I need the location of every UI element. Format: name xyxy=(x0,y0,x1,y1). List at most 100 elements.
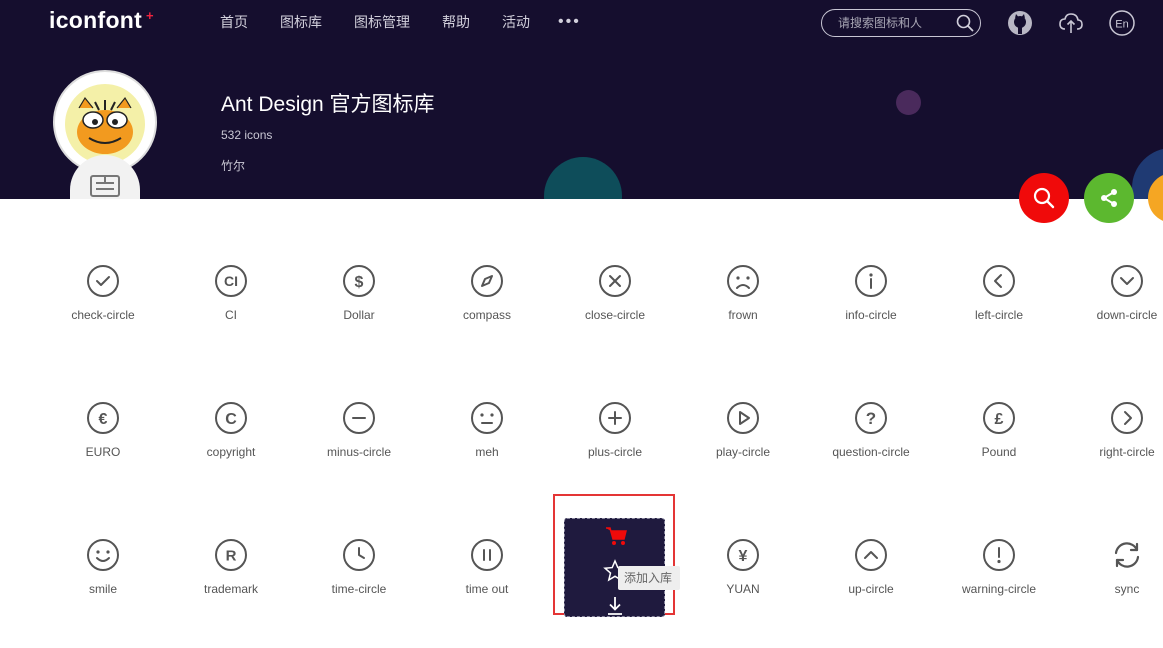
library-title: Ant Design 官方图标库 xyxy=(221,93,435,116)
icon-cell-time-circle[interactable]: time-circle xyxy=(295,538,423,648)
icon-label: CI xyxy=(225,308,237,322)
icon-label: time-circle xyxy=(331,582,387,596)
search-fab-button[interactable] xyxy=(1019,173,1069,223)
icon-label: up-circle xyxy=(848,582,894,596)
sync-icon xyxy=(1114,542,1140,568)
main-nav: 首页 图标库 图标管理 帮助 活动 ••• xyxy=(220,12,581,32)
download-icon[interactable] xyxy=(605,595,625,617)
svg-text:¥: ¥ xyxy=(739,548,748,565)
search-input[interactable] xyxy=(838,16,956,30)
euro-icon: € xyxy=(87,402,119,434)
library-icon-count: 532 icons xyxy=(221,128,273,142)
icon-cell-question-circle[interactable]: ? question-circle xyxy=(807,401,935,511)
upload-cloud-icon[interactable] xyxy=(1057,9,1085,37)
info-circle-icon xyxy=(855,265,887,297)
icon-label: right-circle xyxy=(1099,445,1155,459)
icon-label: question-circle xyxy=(832,445,910,459)
warning-circle-icon xyxy=(983,539,1015,571)
play-circle-icon xyxy=(727,402,759,434)
left-circle-icon xyxy=(983,265,1015,297)
yuan-icon: ¥ xyxy=(727,539,759,571)
copyright-icon: C xyxy=(215,402,247,434)
icon-label: close-circle xyxy=(584,308,645,322)
nav-item-home[interactable]: 首页 xyxy=(220,12,248,32)
search-box xyxy=(821,9,981,37)
smile-icon xyxy=(87,539,119,571)
icon-label: frown xyxy=(728,308,758,322)
search-icon xyxy=(1033,187,1055,209)
time-circle-icon xyxy=(343,539,375,571)
icon-label: left-circle xyxy=(974,308,1023,322)
decor-circle-teal xyxy=(544,157,622,199)
decor-circle-purple xyxy=(896,90,921,115)
close-circle-icon xyxy=(599,265,631,297)
icon-label: info-circle xyxy=(845,308,897,322)
id-card-icon xyxy=(90,175,120,197)
icon-cell-time-out[interactable]: time out xyxy=(423,538,551,648)
icon-cell-close-circle[interactable]: close-circle xyxy=(551,264,679,374)
icon-label: compass xyxy=(462,308,512,322)
svg-text:€: € xyxy=(99,411,108,428)
minus-circle-icon xyxy=(343,402,375,434)
icon-cell-warning-circle[interactable]: warning-circle xyxy=(935,538,1063,648)
language-en-icon[interactable]: En xyxy=(1108,9,1136,37)
svg-text:?: ? xyxy=(866,409,876,428)
nav-item-activity[interactable]: 活动 xyxy=(502,12,530,32)
icon-cell-up-circle[interactable]: up-circle xyxy=(807,538,935,648)
icon-label: smile xyxy=(88,582,117,596)
site-logo[interactable]: iconfont xyxy=(49,7,142,34)
icon-label: Dollar xyxy=(343,308,375,322)
icon-cell-trademark[interactable]: Rtrademark xyxy=(167,538,295,648)
icon-label: minus-circle xyxy=(326,445,391,459)
share-fab-button[interactable] xyxy=(1084,173,1134,223)
icon-label: plus-circle xyxy=(587,445,642,459)
icon-cell-play-circle[interactable]: play-circle xyxy=(679,401,807,511)
icon-label: Pound xyxy=(981,445,1017,459)
icon-label: check-circle xyxy=(71,308,135,322)
pound-icon: £ xyxy=(983,402,1015,434)
dollar-icon: $ xyxy=(343,265,375,297)
icon-label: sync xyxy=(1114,582,1140,596)
icon-cell-sync[interactable]: sync xyxy=(1063,538,1163,648)
icon-cell-copyright[interactable]: Ccopyright xyxy=(167,401,295,511)
icon-cell-ci[interactable]: CI CI xyxy=(167,264,295,374)
icon-cell-compass[interactable]: compass xyxy=(423,264,551,374)
nav-item-icon-library[interactable]: 图标库 xyxy=(280,12,322,32)
ci-icon: CI xyxy=(215,265,247,297)
github-icon[interactable] xyxy=(1006,9,1034,37)
search-icon[interactable] xyxy=(956,14,974,32)
library-author[interactable]: 竹尔 xyxy=(221,157,245,174)
icon-cell-right-circle[interactable]: right-circle xyxy=(1063,401,1163,511)
icon-cell-smile[interactable]: smile xyxy=(39,538,167,648)
up-circle-icon xyxy=(855,539,887,571)
icon-cell-check-circle[interactable]: check-circle xyxy=(39,264,167,374)
question-circle-icon: ? xyxy=(855,402,887,434)
meh-icon xyxy=(471,402,503,434)
nav-item-icon-manage[interactable]: 图标管理 xyxy=(354,12,410,32)
nav-more-icon[interactable]: ••• xyxy=(558,12,581,32)
icon-label: warning-circle xyxy=(961,582,1037,596)
logo-plus-mark: + xyxy=(146,8,154,23)
icon-cell-euro[interactable]: € EURO xyxy=(39,401,167,511)
svg-text:£: £ xyxy=(995,411,1004,428)
svg-text:R: R xyxy=(226,547,237,564)
icon-cell-pound[interactable]: £ Pound xyxy=(935,401,1063,511)
plus-circle-icon xyxy=(599,402,631,434)
icon-cell-down-circle[interactable]: down-circle xyxy=(1063,264,1163,374)
icon-label: YUAN xyxy=(726,582,760,596)
icon-cell-yuan[interactable]: ¥ YUAN xyxy=(679,538,807,648)
cart-icon[interactable] xyxy=(604,525,628,547)
icon-label: meh xyxy=(475,445,499,459)
share-icon xyxy=(1101,189,1117,207)
frown-icon xyxy=(727,265,759,297)
down-circle-icon xyxy=(1111,265,1143,297)
icon-cell-info-circle[interactable]: info-circle xyxy=(807,264,935,374)
icon-label: time out xyxy=(465,582,509,596)
time-out-icon xyxy=(471,539,503,571)
icon-cell-dollar[interactable]: $ Dollar xyxy=(295,264,423,374)
icon-cell-left-circle[interactable]: left-circle xyxy=(935,264,1063,374)
icon-cell-meh[interactable]: meh xyxy=(423,401,551,511)
nav-item-help[interactable]: 帮助 xyxy=(442,12,470,32)
icon-cell-frown[interactable]: frown xyxy=(679,264,807,374)
icon-cell-minus-circle[interactable]: minus-circle xyxy=(295,401,423,511)
